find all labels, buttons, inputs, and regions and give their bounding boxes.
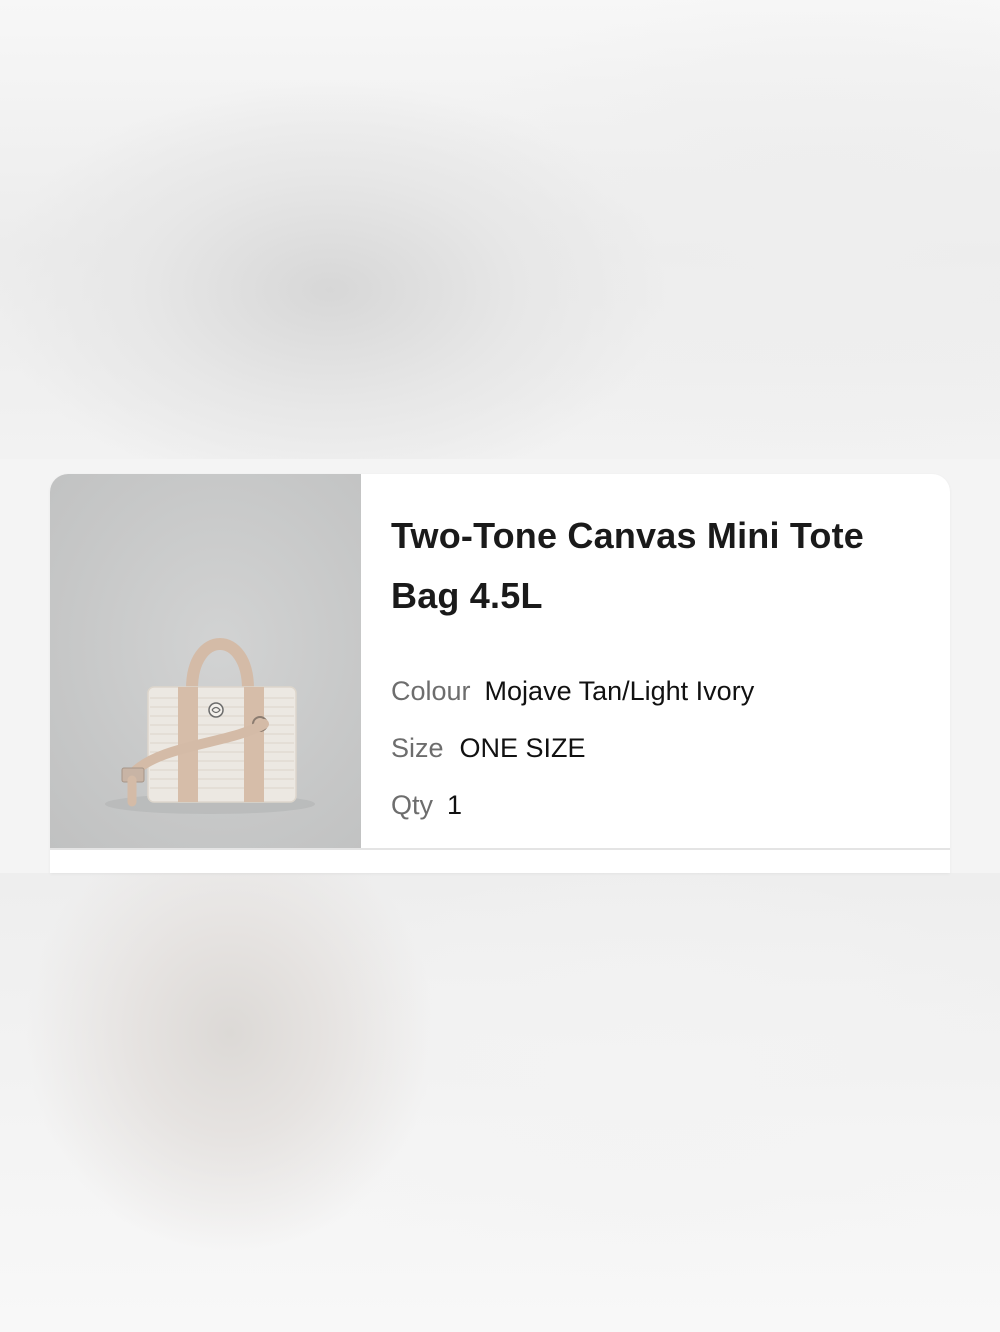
product-info: Two-Tone Canvas Mini Tote Bag 4.5L Colou… — [391, 506, 931, 820]
card-divider — [50, 848, 950, 850]
blurred-background-top — [0, 0, 1000, 459]
size-value: ONE SIZE — [459, 733, 586, 763]
colour-row: Colour Mojave Tan/Light Ivory — [391, 676, 754, 707]
product-image[interactable] — [50, 474, 361, 848]
product-title[interactable]: Two-Tone Canvas Mini Tote Bag 4.5L — [391, 506, 931, 626]
size-label: Size — [391, 733, 444, 763]
qty-label: Qty — [391, 790, 434, 820]
qty-value: 1 — [447, 790, 463, 820]
colour-label: Colour — [391, 676, 471, 706]
tote-bag-icon — [105, 638, 315, 814]
blurred-background-bottom — [0, 873, 1000, 1332]
qty-row: Qty 1 — [391, 790, 462, 821]
colour-value: Mojave Tan/Light Ivory — [484, 676, 755, 706]
cart-item-card: Two-Tone Canvas Mini Tote Bag 4.5L Colou… — [50, 474, 950, 873]
size-row: Size ONE SIZE — [391, 733, 586, 764]
screenshot-page: Two-Tone Canvas Mini Tote Bag 4.5L Colou… — [0, 0, 1000, 1332]
